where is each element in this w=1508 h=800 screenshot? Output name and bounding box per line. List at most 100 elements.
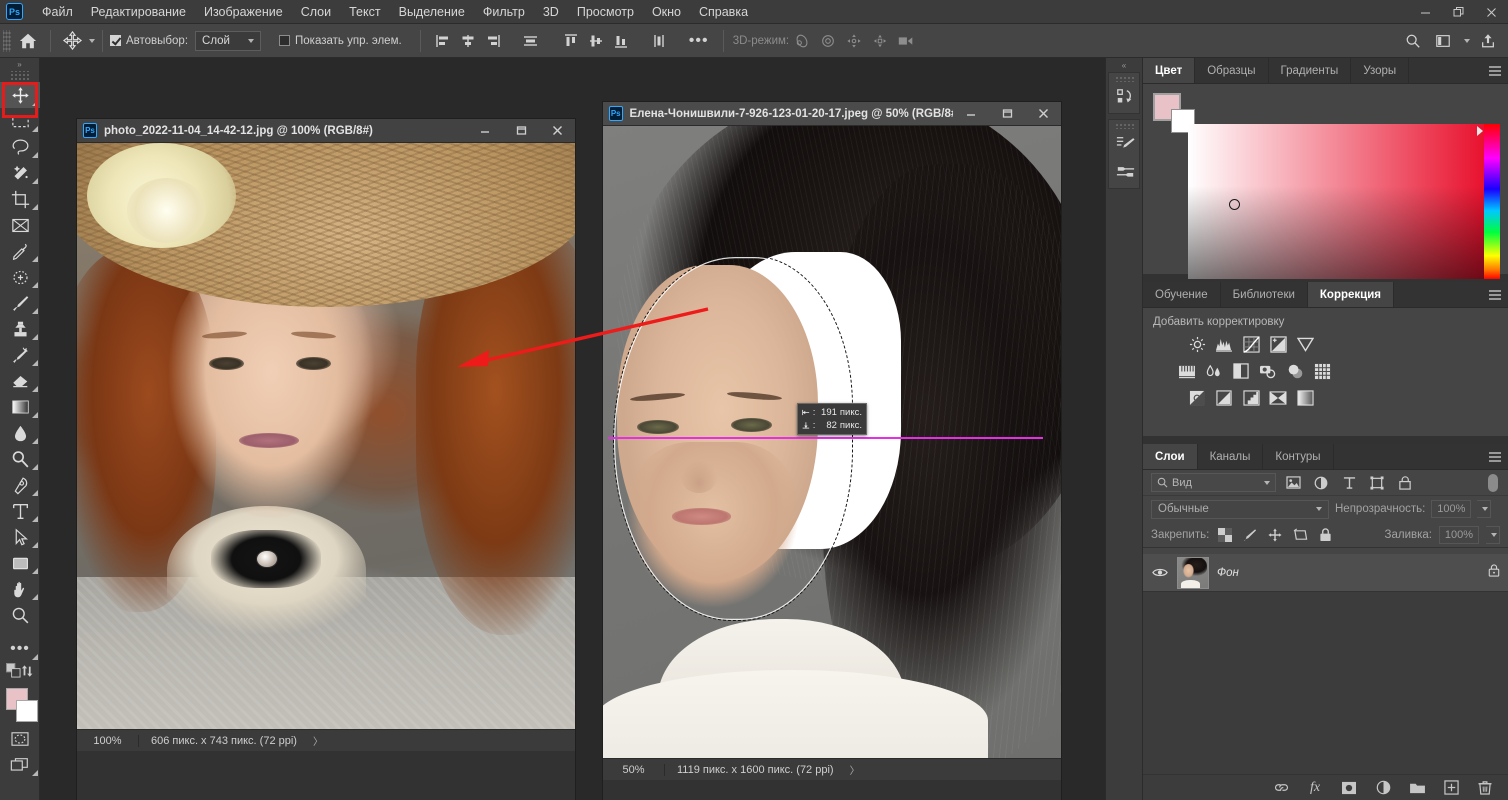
vibrance-icon[interactable] — [1295, 334, 1315, 354]
layer-visibility-toggle[interactable] — [1151, 567, 1169, 578]
exposure-icon[interactable] — [1268, 334, 1288, 354]
tool-history-brush[interactable] — [0, 342, 40, 368]
document-1-titlebar[interactable]: Ps photo_2022-11-04_14-42-12.jpg @ 100% … — [77, 119, 575, 143]
3d-pan-button[interactable] — [841, 29, 867, 53]
document-1-status-expand-icon[interactable]: 〉 — [313, 733, 323, 748]
selective-color-icon[interactable] — [1268, 388, 1288, 408]
document-window-1[interactable]: Ps photo_2022-11-04_14-42-12.jpg @ 100% … — [76, 118, 576, 800]
minimize-button[interactable] — [1409, 0, 1442, 24]
blend-mode-select[interactable]: Обычные — [1151, 499, 1329, 519]
tab-color[interactable]: Цвет — [1143, 58, 1196, 83]
menu-item-edit[interactable]: Редактирование — [82, 2, 195, 22]
swap-colors-button[interactable] — [21, 664, 35, 683]
lock-artboard-nesting-icon[interactable] — [1291, 526, 1309, 544]
tab-channels[interactable]: Каналы — [1197, 444, 1264, 469]
tab-layers[interactable]: Слои — [1143, 444, 1198, 469]
tool-crop[interactable] — [0, 186, 40, 212]
menu-item-view[interactable]: Просмотр — [568, 2, 643, 22]
quick-mask-button[interactable] — [0, 726, 40, 752]
tool-brush[interactable] — [0, 290, 40, 316]
tab-learn[interactable]: Обучение — [1143, 282, 1221, 307]
tool-pen[interactable] — [0, 472, 40, 498]
menu-item-window[interactable]: Окно — [643, 2, 690, 22]
tool-move[interactable] — [0, 82, 40, 108]
document-1-minimize-button[interactable] — [467, 119, 503, 143]
background-color-swatch[interactable] — [16, 700, 38, 722]
new-layer-icon[interactable] — [1442, 779, 1460, 797]
workspace-switcher-button[interactable] — [1431, 29, 1455, 53]
document-workspace[interactable]: Ps photo_2022-11-04_14-42-12.jpg @ 100% … — [40, 58, 1105, 800]
tool-dodge[interactable] — [0, 446, 40, 472]
invert-icon[interactable] — [1187, 388, 1207, 408]
workspace-chevron-down-icon[interactable] — [1464, 38, 1470, 43]
layer-thumbnail[interactable] — [1177, 556, 1209, 589]
align-bottom-edges-button[interactable] — [609, 29, 633, 53]
fill-input[interactable]: 100% — [1439, 525, 1479, 544]
tool-type[interactable] — [0, 498, 40, 524]
tab-libraries[interactable]: Библиотеки — [1220, 282, 1308, 307]
align-left-edges-button[interactable] — [431, 29, 455, 53]
document-window-2[interactable]: Ps Елена-Чонишвили-7-926-123-01-20-17.jp… — [602, 101, 1062, 800]
document-2-canvas[interactable] — [603, 126, 1061, 758]
fill-chevron-down-icon[interactable] — [1486, 525, 1500, 544]
delete-layer-icon[interactable] — [1476, 779, 1494, 797]
posterize-icon[interactable] — [1214, 388, 1234, 408]
tool-frame[interactable] — [0, 212, 40, 238]
color-panel-body[interactable] — [1143, 84, 1508, 279]
photo-filter-icon[interactable] — [1258, 361, 1278, 381]
document-1-restore-button[interactable] — [503, 119, 539, 143]
brushes-presets-icon[interactable] — [1109, 158, 1141, 186]
new-fill-adjustment-layer-icon[interactable] — [1374, 779, 1392, 797]
lock-image-pixels-icon[interactable] — [1241, 526, 1259, 544]
layers-panel-menu-button[interactable] — [1488, 444, 1502, 470]
tool-hand[interactable] — [0, 576, 40, 602]
align-horizontal-centers-button[interactable] — [456, 29, 480, 53]
screen-mode-button[interactable] — [0, 752, 40, 778]
layer-name[interactable]: Фон — [1217, 567, 1239, 579]
opacity-chevron-down-icon[interactable] — [1477, 500, 1492, 518]
add-layer-mask-icon[interactable] — [1340, 779, 1358, 797]
menu-item-text[interactable]: Текст — [340, 2, 389, 22]
channel-mixer-icon[interactable] — [1285, 361, 1305, 381]
tool-eraser[interactable] — [0, 368, 40, 394]
document-1-close-button[interactable] — [539, 119, 575, 143]
color-lookup-icon[interactable] — [1312, 361, 1332, 381]
document-1-canvas[interactable] — [77, 143, 575, 729]
levels-icon[interactable] — [1214, 334, 1234, 354]
tool-path-selection[interactable] — [0, 524, 40, 550]
new-group-icon[interactable] — [1408, 779, 1426, 797]
tool-edit-toolbar[interactable]: ••• — [0, 636, 40, 662]
toolbar-grip[interactable] — [8, 71, 31, 80]
tab-adjustments[interactable]: Коррекция — [1307, 282, 1394, 307]
brightness-contrast-icon[interactable] — [1187, 334, 1207, 354]
tool-magic-wand[interactable] — [0, 160, 40, 186]
history-panel-icon[interactable] — [1109, 83, 1141, 111]
menu-item-layers[interactable]: Слои — [292, 2, 340, 22]
hue-saturation-icon[interactable] — [1177, 361, 1197, 381]
document-2-titlebar[interactable]: Ps Елена-Чонишвили-7-926-123-01-20-17.jp… — [603, 102, 1061, 126]
brush-settings-icon[interactable] — [1109, 130, 1141, 158]
tool-zoom[interactable] — [0, 602, 40, 628]
distribute-vertical-button[interactable] — [647, 29, 671, 53]
distribute-horizontal-button[interactable] — [519, 29, 543, 53]
tab-paths[interactable]: Контуры — [1263, 444, 1334, 469]
lock-all-icon[interactable] — [1316, 526, 1334, 544]
hue-slider[interactable] — [1484, 124, 1500, 279]
3d-camera-button[interactable] — [893, 29, 919, 53]
filter-adjustment-layers-icon[interactable] — [1310, 472, 1332, 494]
more-options-button[interactable]: ••• — [687, 29, 711, 53]
close-button[interactable] — [1475, 0, 1508, 24]
home-button[interactable] — [13, 27, 43, 55]
show-controls-checkbox[interactable] — [279, 35, 291, 46]
search-button[interactable] — [1401, 29, 1425, 53]
filter-pixel-layers-icon[interactable] — [1282, 472, 1304, 494]
tab-gradients[interactable]: Градиенты — [1268, 58, 1352, 83]
restore-button[interactable] — [1442, 0, 1475, 24]
filter-shape-layers-icon[interactable] — [1366, 472, 1388, 494]
current-tool-icon[interactable] — [58, 28, 86, 54]
gradient-map-icon[interactable] — [1295, 388, 1315, 408]
3d-roll-button[interactable] — [815, 29, 841, 53]
lock-position-icon[interactable] — [1266, 526, 1284, 544]
link-layers-icon[interactable] — [1272, 779, 1290, 797]
tool-rectangular-marquee[interactable] — [0, 108, 40, 134]
